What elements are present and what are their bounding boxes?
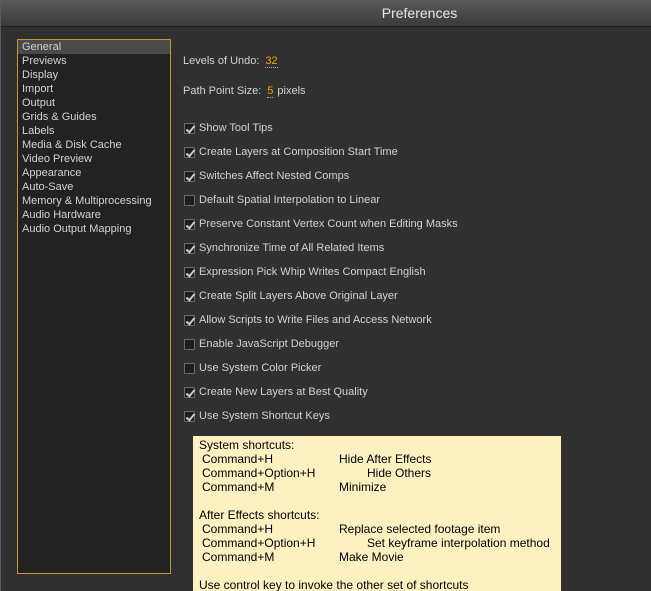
path-point-size-row: Path Point Size: 5 pixels [183, 85, 306, 98]
checkbox-icon[interactable] [184, 122, 195, 134]
undo-levels-value[interactable]: 32 [265, 55, 278, 68]
option-label: Enable JavaScript Debugger [199, 338, 340, 350]
tooltip-shortcut-row: Command+M Make Movie [199, 550, 555, 564]
checkbox-icon[interactable] [184, 146, 195, 158]
sidebar-item-grids-guides[interactable]: Grids & Guides [18, 110, 170, 124]
option-label: Switches Affect Nested Comps [199, 170, 350, 182]
window-title: Preferences [381, 5, 458, 21]
undo-levels-label: Levels of Undo: [183, 55, 260, 67]
category-list[interactable]: General Previews Display Import Output G… [17, 39, 171, 574]
sidebar-item-auto-save[interactable]: Auto-Save [18, 180, 170, 194]
shortcut-action: Minimize [339, 480, 387, 494]
option-label: Create Layers at Composition Start Time [199, 146, 398, 158]
option-show-tool-tips[interactable]: Show Tool Tips [184, 120, 273, 136]
checkbox-icon[interactable] [184, 314, 195, 326]
option-switches-affect-nested[interactable]: Switches Affect Nested Comps [184, 168, 349, 184]
shortcut-key: Command+M [202, 550, 275, 564]
option-label: Use System Color Picker [199, 362, 322, 374]
shortcut-action: Hide Others [367, 466, 432, 480]
title-bar[interactable]: Preferences [1, 0, 651, 27]
shortcut-key: Command+Option+H [202, 536, 316, 550]
option-label: Expression Pick Whip Writes Compact Engl… [199, 266, 426, 278]
checkbox-icon[interactable] [184, 386, 195, 398]
undo-levels-row: Levels of Undo: 32 [183, 55, 284, 68]
tooltip-shortcut-row: Command+Option+H Set keyframe interpolat… [199, 536, 555, 550]
option-label: Allow Scripts to Write Files and Access … [199, 314, 432, 326]
checkbox-icon[interactable] [184, 242, 195, 254]
tooltip-footer: Use control key to invoke the other set … [199, 578, 469, 591]
sidebar-item-display[interactable]: Display [18, 68, 170, 82]
shortcut-action: Hide After Effects [339, 452, 432, 466]
option-preserve-vertex-count[interactable]: Preserve Constant Vertex Count when Edit… [184, 216, 458, 232]
sidebar-item-audio-hardware[interactable]: Audio Hardware [18, 208, 170, 222]
option-label: Default Spatial Interpolation to Linear [199, 194, 381, 206]
sidebar-item-output[interactable]: Output [18, 96, 170, 110]
shortcut-action: Make Movie [339, 550, 404, 564]
sidebar-item-audio-output-mapping[interactable]: Audio Output Mapping [18, 222, 170, 236]
option-synchronize-time[interactable]: Synchronize Time of All Related Items [184, 240, 384, 256]
option-allow-scripts[interactable]: Allow Scripts to Write Files and Access … [184, 312, 432, 328]
sidebar-item-import[interactable]: Import [18, 82, 170, 96]
option-enable-js-debugger[interactable]: Enable JavaScript Debugger [184, 336, 339, 352]
checkbox-icon[interactable] [184, 170, 195, 182]
checkbox-icon[interactable] [184, 362, 195, 374]
shortcut-key: Command+M [202, 480, 275, 494]
checkbox-icon[interactable] [184, 218, 195, 230]
tooltip-shortcut-row: Command+H Replace selected footage item [199, 522, 555, 536]
shortcut-key: Command+H [202, 522, 274, 536]
shortcut-action: Set keyframe interpolation method [367, 536, 550, 550]
sidebar-item-media-disk-cache[interactable]: Media & Disk Cache [18, 138, 170, 152]
option-new-layers-best-quality[interactable]: Create New Layers at Best Quality [184, 384, 368, 400]
checkbox-icon[interactable] [184, 266, 195, 278]
option-split-layers-above[interactable]: Create Split Layers Above Original Layer [184, 288, 398, 304]
sidebar-item-general[interactable]: General [18, 40, 170, 54]
option-label: Use System Shortcut Keys [199, 410, 330, 422]
option-label: Show Tool Tips [199, 122, 273, 134]
checkbox-icon[interactable] [184, 290, 195, 302]
sidebar-item-previews[interactable]: Previews [18, 54, 170, 68]
shortcut-key: Command+Option+H [202, 466, 316, 480]
checkbox-icon[interactable] [184, 338, 195, 350]
option-label: Synchronize Time of All Related Items [199, 242, 385, 254]
tooltip-shortcut-row: Command+Option+H Hide Others [199, 466, 555, 480]
path-point-size-label: Path Point Size: [183, 85, 262, 97]
shortcut-action: Replace selected footage item [339, 522, 501, 536]
tooltip-shortcut-row: Command+H Hide After Effects [199, 452, 555, 466]
shortcut-key: Command+H [202, 452, 274, 466]
shortcut-tooltip: System shortcuts: Command+H Hide After E… [193, 436, 561, 591]
option-system-shortcut-keys[interactable]: Use System Shortcut Keys [184, 408, 330, 424]
path-point-size-unit: pixels [277, 85, 306, 97]
option-create-layers-at-start[interactable]: Create Layers at Composition Start Time [184, 144, 398, 160]
preferences-window: Preferences General Previews Display Imp… [0, 0, 651, 591]
sidebar-item-memory-multiprocessing[interactable]: Memory & Multiprocessing [18, 194, 170, 208]
option-system-color-picker[interactable]: Use System Color Picker [184, 360, 321, 376]
tooltip-ae-header: After Effects shortcuts: [199, 508, 320, 522]
tooltip-shortcut-row: Command+M Minimize [199, 480, 555, 494]
sidebar-item-appearance[interactable]: Appearance [18, 166, 170, 180]
option-default-spatial-linear[interactable]: Default Spatial Interpolation to Linear [184, 192, 380, 208]
option-label: Create New Layers at Best Quality [199, 386, 368, 398]
sidebar-item-video-preview[interactable]: Video Preview [18, 152, 170, 166]
option-expression-pick-whip[interactable]: Expression Pick Whip Writes Compact Engl… [184, 264, 426, 280]
tooltip-system-header: System shortcuts: [199, 438, 295, 452]
checkbox-icon[interactable] [184, 194, 195, 206]
checkbox-icon[interactable] [184, 410, 195, 422]
path-point-size-value[interactable]: 5 [267, 85, 274, 98]
sidebar-item-labels[interactable]: Labels [18, 124, 170, 138]
option-label: Create Split Layers Above Original Layer [199, 290, 398, 302]
option-label: Preserve Constant Vertex Count when Edit… [199, 218, 458, 230]
